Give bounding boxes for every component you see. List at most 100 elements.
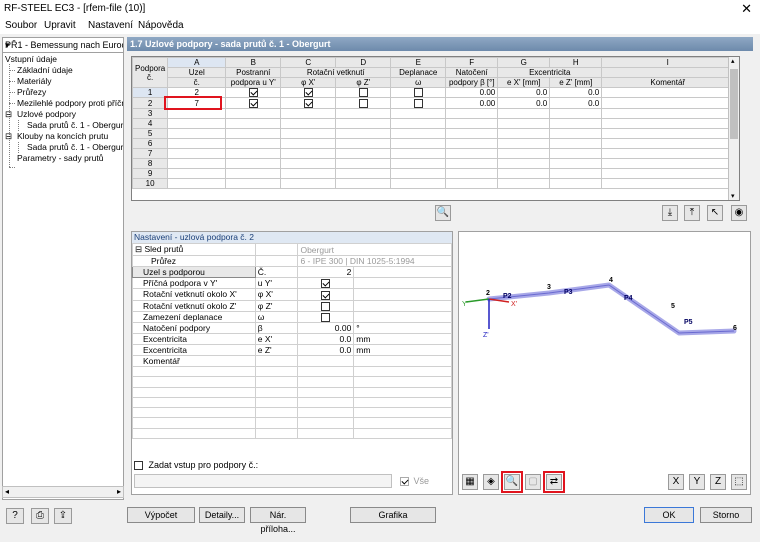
col-letter-h[interactable]: H bbox=[549, 57, 603, 68]
settings-row[interactable]: Rotační vetknutí okolo Z' φ Z' bbox=[132, 299, 452, 312]
node-cell[interactable] bbox=[167, 117, 227, 129]
table-row[interactable]: 3 bbox=[132, 107, 735, 119]
ez-cell[interactable] bbox=[549, 107, 603, 119]
scroll-down-icon[interactable]: ▾ bbox=[731, 192, 735, 200]
beta-cell[interactable] bbox=[445, 147, 499, 159]
ex-cell[interactable] bbox=[497, 137, 551, 149]
tree-item-materials[interactable]: Materiály bbox=[17, 76, 51, 86]
table-row[interactable]: 8 bbox=[132, 157, 735, 169]
comment-cell[interactable] bbox=[601, 127, 735, 139]
row-number[interactable]: 10 bbox=[132, 177, 169, 189]
ez-cell[interactable] bbox=[549, 137, 603, 149]
ez-cell[interactable]: 0.0 bbox=[549, 97, 603, 109]
col-letter-b[interactable]: B bbox=[225, 57, 282, 68]
settings-value[interactable] bbox=[297, 310, 355, 324]
node-cell[interactable] bbox=[167, 127, 227, 139]
settings-row[interactable]: Zamezení deplanace ω bbox=[132, 310, 452, 324]
settings-row[interactable]: Uzel s podporou Č. 2 bbox=[132, 266, 452, 278]
checkbox[interactable] bbox=[358, 88, 368, 97]
view-3d-icon[interactable]: ⬚ bbox=[731, 474, 747, 490]
view-eye-icon[interactable]: ◉ bbox=[731, 205, 747, 221]
node-cell[interactable] bbox=[167, 157, 227, 169]
settings-row[interactable]: Natočení podpory β 0.00 ° bbox=[132, 322, 452, 334]
phix-cell[interactable] bbox=[280, 137, 337, 149]
tree-item-sections[interactable]: Průřezy bbox=[17, 87, 46, 97]
ex-cell[interactable]: 0.0 bbox=[497, 86, 551, 99]
lateral-cell[interactable] bbox=[225, 167, 282, 179]
beta-cell[interactable] bbox=[445, 177, 499, 189]
col-letter-f[interactable]: F bbox=[445, 57, 499, 68]
table-scrollbar[interactable]: ▴ ▾ bbox=[728, 57, 739, 200]
lateral-cell[interactable] bbox=[225, 147, 282, 159]
collapse-icon[interactable]: ⊟ bbox=[5, 109, 12, 120]
ex-cell[interactable] bbox=[497, 167, 551, 179]
row-number[interactable]: 6 bbox=[132, 137, 169, 149]
beta-cell[interactable] bbox=[445, 157, 499, 169]
phix-cell[interactable] bbox=[280, 167, 337, 179]
table-row[interactable]: 6 bbox=[132, 137, 735, 149]
omega-cell[interactable] bbox=[390, 107, 447, 119]
tree-item-hinges-set[interactable]: Sada prutů č. 1 - Obergurt bbox=[27, 142, 123, 152]
checkbox[interactable] bbox=[321, 313, 331, 322]
ez-cell[interactable] bbox=[549, 157, 603, 169]
beta-cell[interactable] bbox=[445, 107, 499, 119]
menu-upravit[interactable]: Upravit bbox=[44, 20, 76, 31]
tree-item-nodal-supports[interactable]: Uzlové podpory bbox=[17, 109, 76, 119]
phix-cell[interactable] bbox=[280, 127, 337, 139]
comment-cell[interactable] bbox=[601, 137, 735, 149]
case-select[interactable]: PŘ1 - Bemessung nach Eurocod ▾ bbox=[3, 38, 123, 53]
all-checkbox[interactable] bbox=[400, 477, 409, 487]
phiz-cell[interactable] bbox=[335, 147, 392, 159]
beta-cell[interactable]: 0.00 bbox=[445, 97, 499, 109]
ex-cell[interactable]: 0.0 bbox=[497, 97, 551, 109]
row-number[interactable]: 8 bbox=[132, 157, 169, 169]
export-icon[interactable]: ⇪ bbox=[54, 508, 72, 524]
beta-cell[interactable] bbox=[445, 137, 499, 149]
scrollbar-thumb[interactable] bbox=[730, 69, 738, 139]
phiz-cell[interactable] bbox=[335, 177, 392, 189]
phiz-cell[interactable] bbox=[335, 137, 392, 149]
settings-row[interactable]: Rotační vetknutí okolo X' φ X' bbox=[132, 288, 452, 301]
ez-cell[interactable] bbox=[549, 167, 603, 179]
tree-item-hinges[interactable]: Klouby na koncích prutu bbox=[17, 131, 108, 141]
node-cell[interactable] bbox=[167, 137, 227, 149]
col-letter-i[interactable]: I bbox=[601, 57, 735, 68]
collapse-icon[interactable]: ⊟ bbox=[5, 131, 12, 142]
phiz-cell[interactable] bbox=[335, 127, 392, 139]
phiz-cell[interactable] bbox=[335, 97, 392, 109]
scroll-right-icon[interactable]: ▸ bbox=[117, 487, 121, 496]
phiz-cell[interactable] bbox=[335, 117, 392, 129]
checkbox[interactable] bbox=[358, 98, 368, 108]
row-number[interactable]: 4 bbox=[132, 117, 169, 129]
menu-nastaveni[interactable]: Nastavení bbox=[88, 20, 133, 31]
settings-row[interactable]: Excentricita e X' 0.0 mm bbox=[132, 333, 452, 345]
comment-cell[interactable] bbox=[601, 117, 735, 129]
national-annex-button[interactable]: Nár. příloha... bbox=[250, 507, 306, 534]
view-section-icon[interactable]: ◈ bbox=[483, 474, 499, 490]
settings-value[interactable]: 2 bbox=[297, 266, 355, 278]
phiz-cell[interactable] bbox=[335, 86, 392, 99]
omega-cell[interactable] bbox=[390, 167, 447, 179]
omega-cell[interactable] bbox=[390, 127, 447, 139]
checkbox[interactable] bbox=[413, 98, 423, 108]
col-letter-c[interactable]: C bbox=[280, 57, 337, 68]
table-row[interactable]: 10 bbox=[132, 177, 735, 189]
lateral-cell[interactable] bbox=[225, 86, 282, 99]
col-letter-e[interactable]: E bbox=[390, 57, 447, 68]
ex-cell[interactable] bbox=[497, 157, 551, 169]
tree-item-parameters[interactable]: Parametry - sady prutů bbox=[17, 153, 103, 163]
cancel-button[interactable]: Storno bbox=[700, 507, 752, 523]
checkbox[interactable] bbox=[321, 301, 331, 311]
col-letter-a[interactable]: A bbox=[167, 57, 227, 68]
omega-cell[interactable] bbox=[390, 117, 447, 129]
lateral-cell[interactable] bbox=[225, 117, 282, 129]
ez-cell[interactable] bbox=[549, 117, 603, 129]
phiz-cell[interactable] bbox=[335, 167, 392, 179]
checkbox[interactable] bbox=[303, 88, 313, 97]
checkbox[interactable] bbox=[248, 88, 258, 97]
omega-cell[interactable] bbox=[390, 137, 447, 149]
comment-cell[interactable] bbox=[601, 97, 735, 109]
settings-row[interactable]: Komentář bbox=[132, 355, 452, 367]
lateral-cell[interactable] bbox=[225, 137, 282, 149]
graphic-button[interactable]: Grafika bbox=[350, 507, 436, 523]
